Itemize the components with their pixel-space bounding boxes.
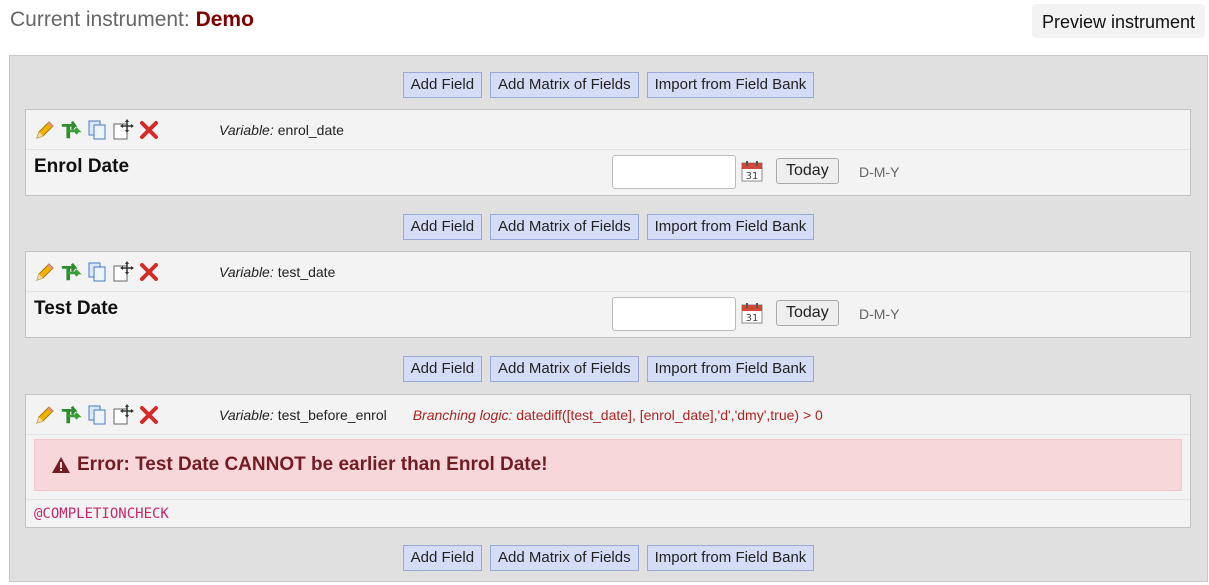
variable-name: test_before_enrol <box>277 406 387 423</box>
add-field-row: Add Field Add Matrix of Fields Import fr… <box>10 356 1207 382</box>
add-field-button[interactable]: Add Field <box>402 72 483 98</box>
add-field-row: Add Field Add Matrix of Fields Import fr… <box>10 545 1207 571</box>
add-field-button[interactable]: Add Field <box>402 214 483 240</box>
pencil-icon[interactable] <box>34 119 56 141</box>
field-label: Enrol Date <box>34 156 130 177</box>
field-body: Enrol Date 31 Today D-M-Y <box>26 150 1190 196</box>
calendar-icon[interactable]: 31 <box>741 302 763 324</box>
add-matrix-button[interactable]: Add Matrix of Fields <box>490 72 639 98</box>
add-field-row: Add Field Add Matrix of Fields Import fr… <box>10 72 1207 98</box>
variable-name: enrol_date <box>277 121 344 138</box>
import-field-bank-button[interactable]: Import from Field Bank <box>646 545 815 571</box>
move-icon[interactable] <box>112 260 134 283</box>
today-button[interactable]: Today <box>776 300 839 326</box>
svg-text:31: 31 <box>746 313 759 324</box>
delete-icon[interactable] <box>138 404 160 426</box>
add-matrix-button[interactable]: Add Matrix of Fields <box>490 545 639 571</box>
branching-logic: Branching logic: datediff([test_date], [… <box>413 407 823 423</box>
variable-label: Variable: <box>219 406 274 423</box>
branching-icon[interactable] <box>60 119 82 141</box>
add-field-button[interactable]: Add Field <box>402 545 483 571</box>
svg-text:31: 31 <box>746 171 759 182</box>
instrument-name: Demo <box>195 8 254 31</box>
add-field-row: Add Field Add Matrix of Fields Import fr… <box>10 214 1207 240</box>
today-button[interactable]: Today <box>776 158 839 184</box>
field-toolbar: Variable: enrol_date <box>26 110 1190 150</box>
calendar-icon[interactable]: 31 <box>741 160 763 182</box>
branching-logic-expression: datediff([test_date], [enrol_date],'d','… <box>516 406 823 423</box>
variable-label: Variable: <box>219 263 274 280</box>
online-designer-area: Add Field Add Matrix of Fields Import fr… <box>9 55 1208 582</box>
field-toolbar: Variable: test_date <box>26 252 1190 292</box>
add-field-button[interactable]: Add Field <box>402 356 483 382</box>
error-text: Error: Test Date CANNOT be earlier than … <box>77 454 548 475</box>
add-matrix-button[interactable]: Add Matrix of Fields <box>490 356 639 382</box>
delete-icon[interactable] <box>138 119 160 141</box>
variable-label: Variable: <box>219 121 274 138</box>
warning-icon <box>51 456 71 474</box>
instrument-header: Current instrument: Demo Preview instrum… <box>0 0 1209 50</box>
field-toolbar: Variable: test_before_enrol Branching lo… <box>26 395 1190 435</box>
date-format: D-M-Y <box>859 306 900 322</box>
pencil-icon[interactable] <box>34 261 56 283</box>
action-tag: @COMPLETIONCHECK <box>26 499 1190 527</box>
copy-icon[interactable] <box>86 261 108 283</box>
delete-icon[interactable] <box>138 261 160 283</box>
field-label: Test Date <box>34 298 119 319</box>
copy-icon[interactable] <box>86 404 108 426</box>
import-field-bank-button[interactable]: Import from Field Bank <box>646 72 815 98</box>
field-block-test-date: Variable: test_date Test Date 31 Today D… <box>25 251 1191 338</box>
error-alert: Error: Test Date CANNOT be earlier than … <box>34 439 1182 491</box>
import-field-bank-button[interactable]: Import from Field Bank <box>646 356 815 382</box>
move-icon[interactable] <box>112 403 134 426</box>
add-matrix-button[interactable]: Add Matrix of Fields <box>490 214 639 240</box>
branching-icon[interactable] <box>60 404 82 426</box>
field-block-test-before-enrol: Variable: test_before_enrol Branching lo… <box>25 394 1191 528</box>
field-body: Test Date 31 Today D-M-Y <box>26 292 1190 338</box>
date-format: D-M-Y <box>859 164 900 180</box>
pencil-icon[interactable] <box>34 404 56 426</box>
branching-icon[interactable] <box>60 261 82 283</box>
variable-name: test_date <box>277 263 336 280</box>
preview-instrument-button[interactable]: Preview instrument <box>1031 4 1205 38</box>
branching-logic-label: Branching logic: <box>412 406 513 423</box>
enrol-date-input[interactable] <box>612 155 736 189</box>
copy-icon[interactable] <box>86 119 108 141</box>
current-instrument-label: Current instrument: <box>10 8 190 31</box>
move-icon[interactable] <box>112 118 134 141</box>
test-date-input[interactable] <box>612 297 736 331</box>
current-instrument: Current instrument: Demo <box>10 8 254 32</box>
field-block-enrol-date: Variable: enrol_date Enrol Date 31 Today… <box>25 109 1191 196</box>
import-field-bank-button[interactable]: Import from Field Bank <box>646 214 815 240</box>
